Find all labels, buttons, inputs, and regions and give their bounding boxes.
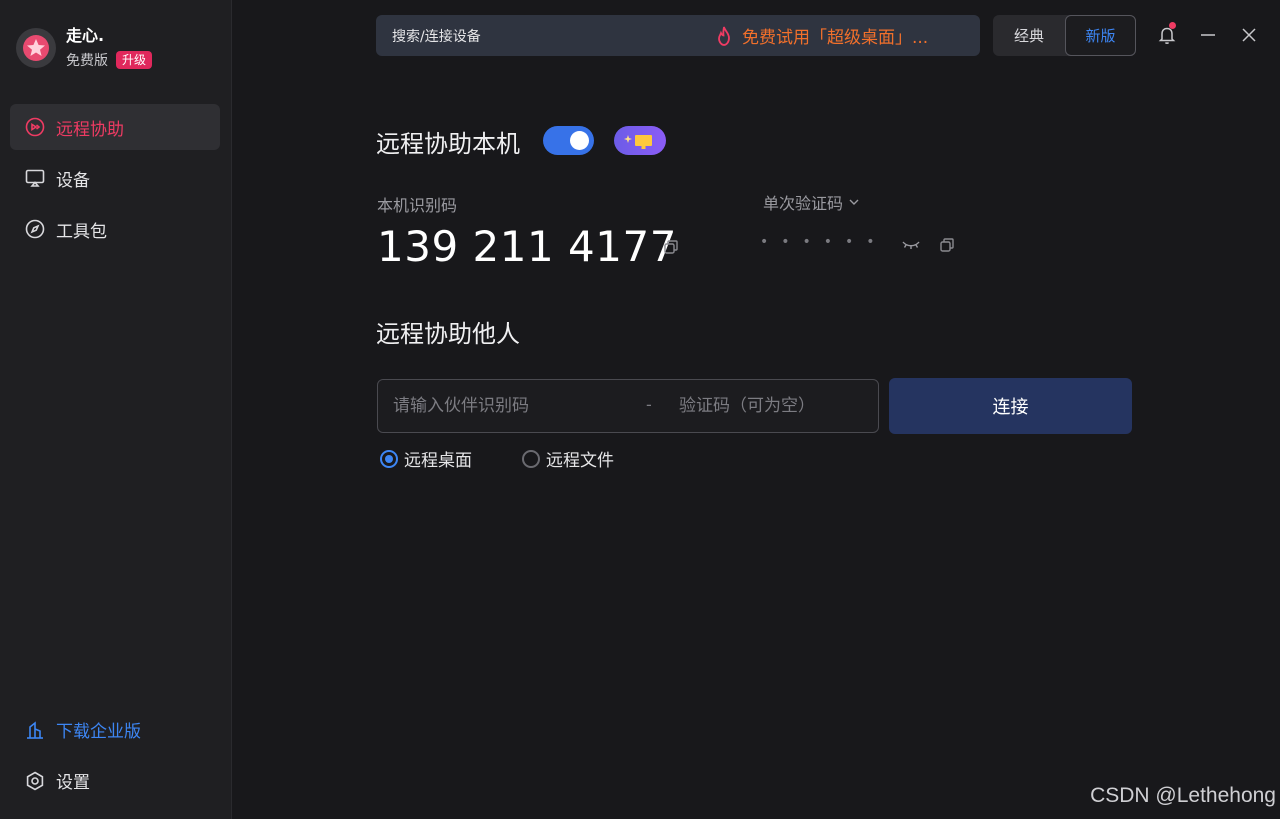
copy-icon [940,238,954,252]
copy-icon [664,240,678,254]
mode-new-button[interactable]: 新版 [1065,15,1136,56]
radio-label: 远程桌面 [404,451,472,471]
settings-link[interactable]: 设置 [24,768,90,793]
verification-code-masked: •••••• [760,234,888,250]
connect-input-group: - [377,379,879,433]
download-label: 下载企业版 [56,722,141,742]
connect-button[interactable]: 连接 [889,378,1132,434]
gear-icon [26,771,44,790]
sidebar: 走心. 免费版 升级 远程协助 设备 工具包 下载企业版 设置 [0,0,232,819]
radio-label: 远程文件 [546,451,614,471]
sidebar-item-label: 远程协助 [56,119,124,140]
username: 走心. [66,26,105,45]
mode-switch: 经典 新版 [993,15,1136,56]
flame-icon [718,26,730,46]
sidebar-item-toolkit[interactable]: 工具包 [10,206,220,252]
download-enterprise-link[interactable]: 下载企业版 [24,717,141,742]
compass-icon [24,218,46,240]
remote-assist-title: 远程协助他人 [376,320,520,348]
close-button[interactable] [1239,24,1259,46]
show-code-button[interactable] [901,236,921,254]
monitor-icon [24,167,46,189]
partner-id-input[interactable] [393,380,638,432]
sidebar-nav: 远程协助 设备 工具包 [10,104,220,257]
local-assist-toggle[interactable] [543,126,594,155]
avatar[interactable] [16,28,56,68]
remote-assist-icon [24,116,46,138]
plan-label: 免费版 [66,53,108,69]
promo-text: 免费试用「超级桌面」... [742,28,929,48]
device-id-label: 本机识别码 [377,196,458,215]
device-id-value: 139 211 4177 [377,222,677,271]
radio-dot [380,449,398,468]
upgrade-badge[interactable]: 升级 [116,51,153,69]
screen-share-badge[interactable] [614,126,666,155]
chevron-down-icon [849,199,859,205]
verification-code-dropdown[interactable]: 单次验证码 [763,190,860,214]
eye-closed-icon [902,241,920,249]
building-icon [27,720,43,739]
mode-classic-button[interactable]: 经典 [993,15,1065,56]
toggle-knob [570,131,589,150]
copy-code-button[interactable] [938,236,956,254]
search-bar[interactable]: 搜索/连接设备 免费试用「超级桌面」... [376,15,980,56]
partner-code-input[interactable] [679,380,869,432]
promo-link[interactable]: 免费试用「超级桌面」... [714,15,928,56]
radio-remote-file[interactable]: 远程文件 [522,446,614,471]
sidebar-item-remote-assist[interactable]: 远程协助 [10,104,220,150]
search-label: 搜索/连接设备 [392,28,481,45]
profile: 走心. 免费版 升级 [16,26,153,70]
notification-button[interactable] [1157,22,1177,46]
settings-label: 设置 [56,773,90,793]
minimize-button[interactable] [1198,24,1218,46]
local-assist-title: 远程协助本机 [376,130,520,158]
copy-id-button[interactable] [662,238,680,256]
sidebar-item-devices[interactable]: 设备 [10,155,220,201]
watermark: CSDN @Lethehong [1090,784,1276,807]
sparkle-monitor-icon [624,134,652,149]
star-logo-icon [23,35,49,61]
minimize-icon [1201,34,1215,36]
close-icon [1242,28,1256,42]
input-separator: - [646,395,652,414]
notification-dot [1169,22,1176,29]
radio-remote-desktop[interactable]: 远程桌面 [380,446,472,471]
sidebar-item-label: 工具包 [56,221,107,242]
sidebar-item-label: 设备 [56,170,90,191]
verification-code-label: 单次验证码 [763,194,844,213]
radio-dot [522,449,540,468]
